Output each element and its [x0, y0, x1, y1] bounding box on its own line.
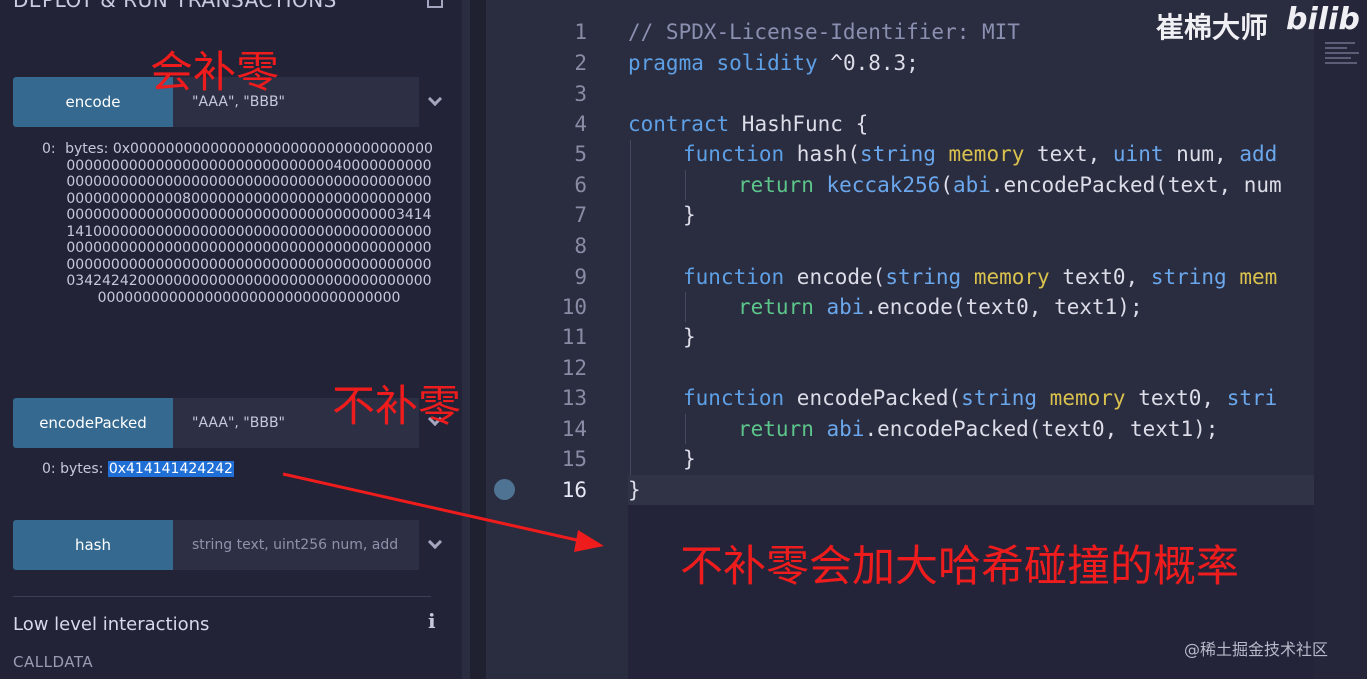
annotation-arrow-icon — [282, 472, 604, 552]
bilibili-logo-icon: bilib — [1286, 2, 1360, 37]
watermark-author: 崔棉大师 — [1156, 11, 1269, 44]
watermark-juejin: @稀土掘金技术社区 — [1184, 640, 1329, 659]
